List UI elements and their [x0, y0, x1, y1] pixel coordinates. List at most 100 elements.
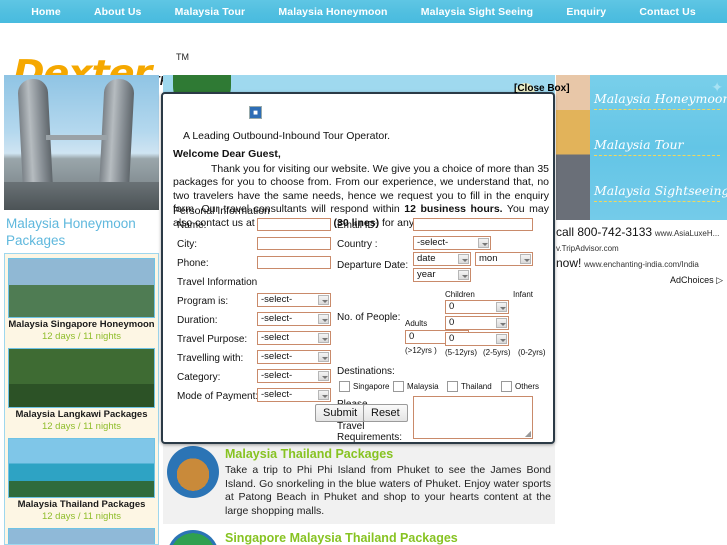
destination-checkbox-thailand[interactable]	[447, 381, 458, 392]
adchoices-link[interactable]: AdChoices ▷	[556, 275, 727, 286]
left-sidebar-title: Malaysia Honeymoon Packages	[6, 216, 136, 248]
package-name: Malaysia Thailand Packages	[17, 499, 146, 510]
chevron-down-icon	[318, 390, 329, 400]
package-duration: 12 days / 11 nights	[41, 511, 122, 522]
ad-row[interactable]: now! www.enchanting-india.com/India	[556, 256, 727, 272]
label-country: Country :	[337, 239, 378, 250]
infant-select-1[interactable]: 0	[445, 316, 509, 330]
nav-item-malaysia-tour[interactable]: Malaysia Tour	[173, 6, 248, 18]
list-item[interactable]: Malaysia Singapore Honeymoon 12 days / 1…	[8, 258, 155, 343]
phone-input[interactable]	[257, 256, 331, 269]
package-name: Malaysia Langkawi Packages	[15, 409, 148, 420]
list-item[interactable]: Malaysia Langkawi Packages 12 days / 11 …	[8, 348, 155, 433]
destination-checkbox-malaysia[interactable]	[393, 381, 404, 392]
banner-people-image	[556, 75, 590, 220]
adults-select-value: 0	[409, 331, 415, 342]
travel-requirements-textarea[interactable]: ◢	[413, 396, 533, 439]
right-banner: ✦ Malaysia Honeymoon Malaysia Tour Malay…	[556, 75, 727, 220]
label-program: Program is:	[177, 296, 229, 307]
country-select[interactable]: -select-	[413, 236, 491, 250]
left-package-list: Malaysia Singapore Honeymoon 12 days / 1…	[4, 253, 159, 545]
chevron-down-icon	[520, 254, 531, 264]
list-item[interactable]	[8, 528, 155, 544]
listing-thumbnail	[167, 530, 219, 545]
ad-row[interactable]: call 800-742-3133 www.AsiaLuxeH...	[556, 225, 727, 241]
departure-month-value: mon	[479, 253, 498, 264]
label-children: Children	[445, 290, 475, 299]
submit-button[interactable]: Submit	[315, 404, 366, 422]
page-root: Home About Us Malaysia Tour Malaysia Hon…	[0, 0, 727, 545]
chevron-down-icon	[496, 318, 507, 328]
listing-thumbnail	[167, 446, 219, 498]
departure-month-select[interactable]: mon	[475, 252, 533, 266]
trademark-symbol: TM	[176, 52, 189, 62]
list-item[interactable]: Malaysia Thailand Packages Take a trip t…	[163, 440, 555, 524]
package-thumbnail	[8, 438, 155, 498]
nav-item-enquiry[interactable]: Enquiry	[564, 6, 608, 18]
children-select-value: 0	[449, 301, 455, 312]
travelling-with-select[interactable]: -select-	[257, 350, 331, 364]
close-box-link[interactable]: [Close Box]	[514, 83, 570, 94]
departure-year-value: year	[417, 269, 436, 280]
adults-age-note: (>12yrs )	[405, 346, 437, 355]
category-select[interactable]: -select-	[257, 369, 331, 383]
sidebar-link-malaysia-honeymoon[interactable]: Malaysia Honeymoon	[594, 91, 727, 110]
section-personal-information: Personal Information	[173, 205, 270, 217]
destination-checkbox-singapore[interactable]	[339, 381, 350, 392]
chevron-down-icon	[458, 270, 469, 280]
welcome-heading: Welcome Dear Guest,	[173, 148, 281, 160]
infant-select-2[interactable]: 0	[445, 332, 509, 346]
children-age-note: (5-12yrs)	[445, 348, 478, 357]
nav-item-about-us[interactable]: About Us	[92, 6, 143, 18]
reset-button[interactable]: Reset	[363, 404, 408, 422]
label-city: City:	[177, 239, 197, 250]
country-select-value: -select-	[417, 237, 449, 248]
sidebar-link-label: Malaysia Tour	[594, 137, 684, 152]
destination-checkbox-others[interactable]	[501, 381, 512, 392]
listing-title[interactable]: Singapore Malaysia Thailand Packages	[225, 530, 551, 545]
infant-age-note-1: (2-5yrs)	[483, 348, 511, 357]
departure-day-value: date	[417, 253, 436, 264]
enquiry-modal: ■ A Leading Outbound-Inbound Tour Operat…	[161, 92, 555, 444]
ad-row[interactable]: v.TripAdvisor.com	[556, 241, 727, 256]
name-input[interactable]	[257, 218, 331, 231]
package-thumbnail	[8, 348, 155, 408]
mode-of-payment-select[interactable]: -select-	[257, 388, 331, 402]
email-input[interactable]	[413, 218, 533, 231]
sidebar-link-malaysia-tour[interactable]: Malaysia Tour	[594, 137, 724, 156]
list-item[interactable]: Malaysia Thailand Packages 12 days / 11 …	[8, 438, 155, 523]
broken-image-icon: ■	[249, 106, 262, 119]
program-select[interactable]: -select-	[257, 293, 331, 307]
departure-year-select[interactable]: year	[413, 268, 471, 282]
label-travelling-with: Travelling with:	[177, 353, 244, 364]
petronas-towers-image	[4, 75, 159, 210]
departure-day-select[interactable]: date	[413, 252, 471, 266]
label-destinations: Destinations:	[337, 366, 395, 377]
duration-select[interactable]: -select-	[257, 312, 331, 326]
listing-description: Take a trip to Phi Phi Island from Phuke…	[225, 464, 551, 517]
label-email: Email ID:	[337, 220, 378, 231]
destination-label-thailand: Thailand	[461, 382, 492, 391]
chevron-down-icon	[318, 314, 329, 324]
resize-grip-icon: ◢	[524, 429, 531, 438]
label-departure-date: Departure Date:	[337, 260, 409, 271]
logo-band: Dexter TM TRAVEL SOLUTIONS	[0, 23, 727, 93]
nav-item-malaysia-sight-seeing[interactable]: Malaysia Sight Seeing	[419, 6, 535, 18]
city-input[interactable]	[257, 237, 331, 250]
nav-item-home[interactable]: Home	[29, 6, 63, 18]
list-item[interactable]: Singapore Malaysia Thailand Packages Exp…	[163, 524, 555, 545]
nav-item-malaysia-honeymoon[interactable]: Malaysia Honeymoon	[276, 6, 389, 18]
listing-title[interactable]: Malaysia Thailand Packages	[225, 446, 551, 462]
modal-lead-text: A Leading Outbound-Inbound Tour Operator…	[183, 130, 391, 142]
welcome-bold-hours: 12 business hours.	[404, 203, 503, 215]
right-sidebar: ✦ Malaysia Honeymoon Malaysia Tour Malay…	[555, 75, 727, 545]
nav-item-contact-us[interactable]: Contact Us	[637, 6, 697, 18]
top-navigation-bar: Home About Us Malaysia Tour Malaysia Hon…	[0, 0, 727, 23]
package-duration: 12 days / 11 nights	[41, 331, 122, 342]
sidebar-link-malaysia-sightseeing[interactable]: Malaysia Sightseeing	[594, 183, 727, 202]
children-select[interactable]: 0	[445, 300, 509, 314]
travel-purpose-select[interactable]: -select	[257, 331, 331, 345]
chevron-down-icon	[318, 333, 329, 343]
label-travel-purpose: Travel Purpose:	[177, 334, 248, 345]
package-thumbnail	[8, 528, 155, 544]
